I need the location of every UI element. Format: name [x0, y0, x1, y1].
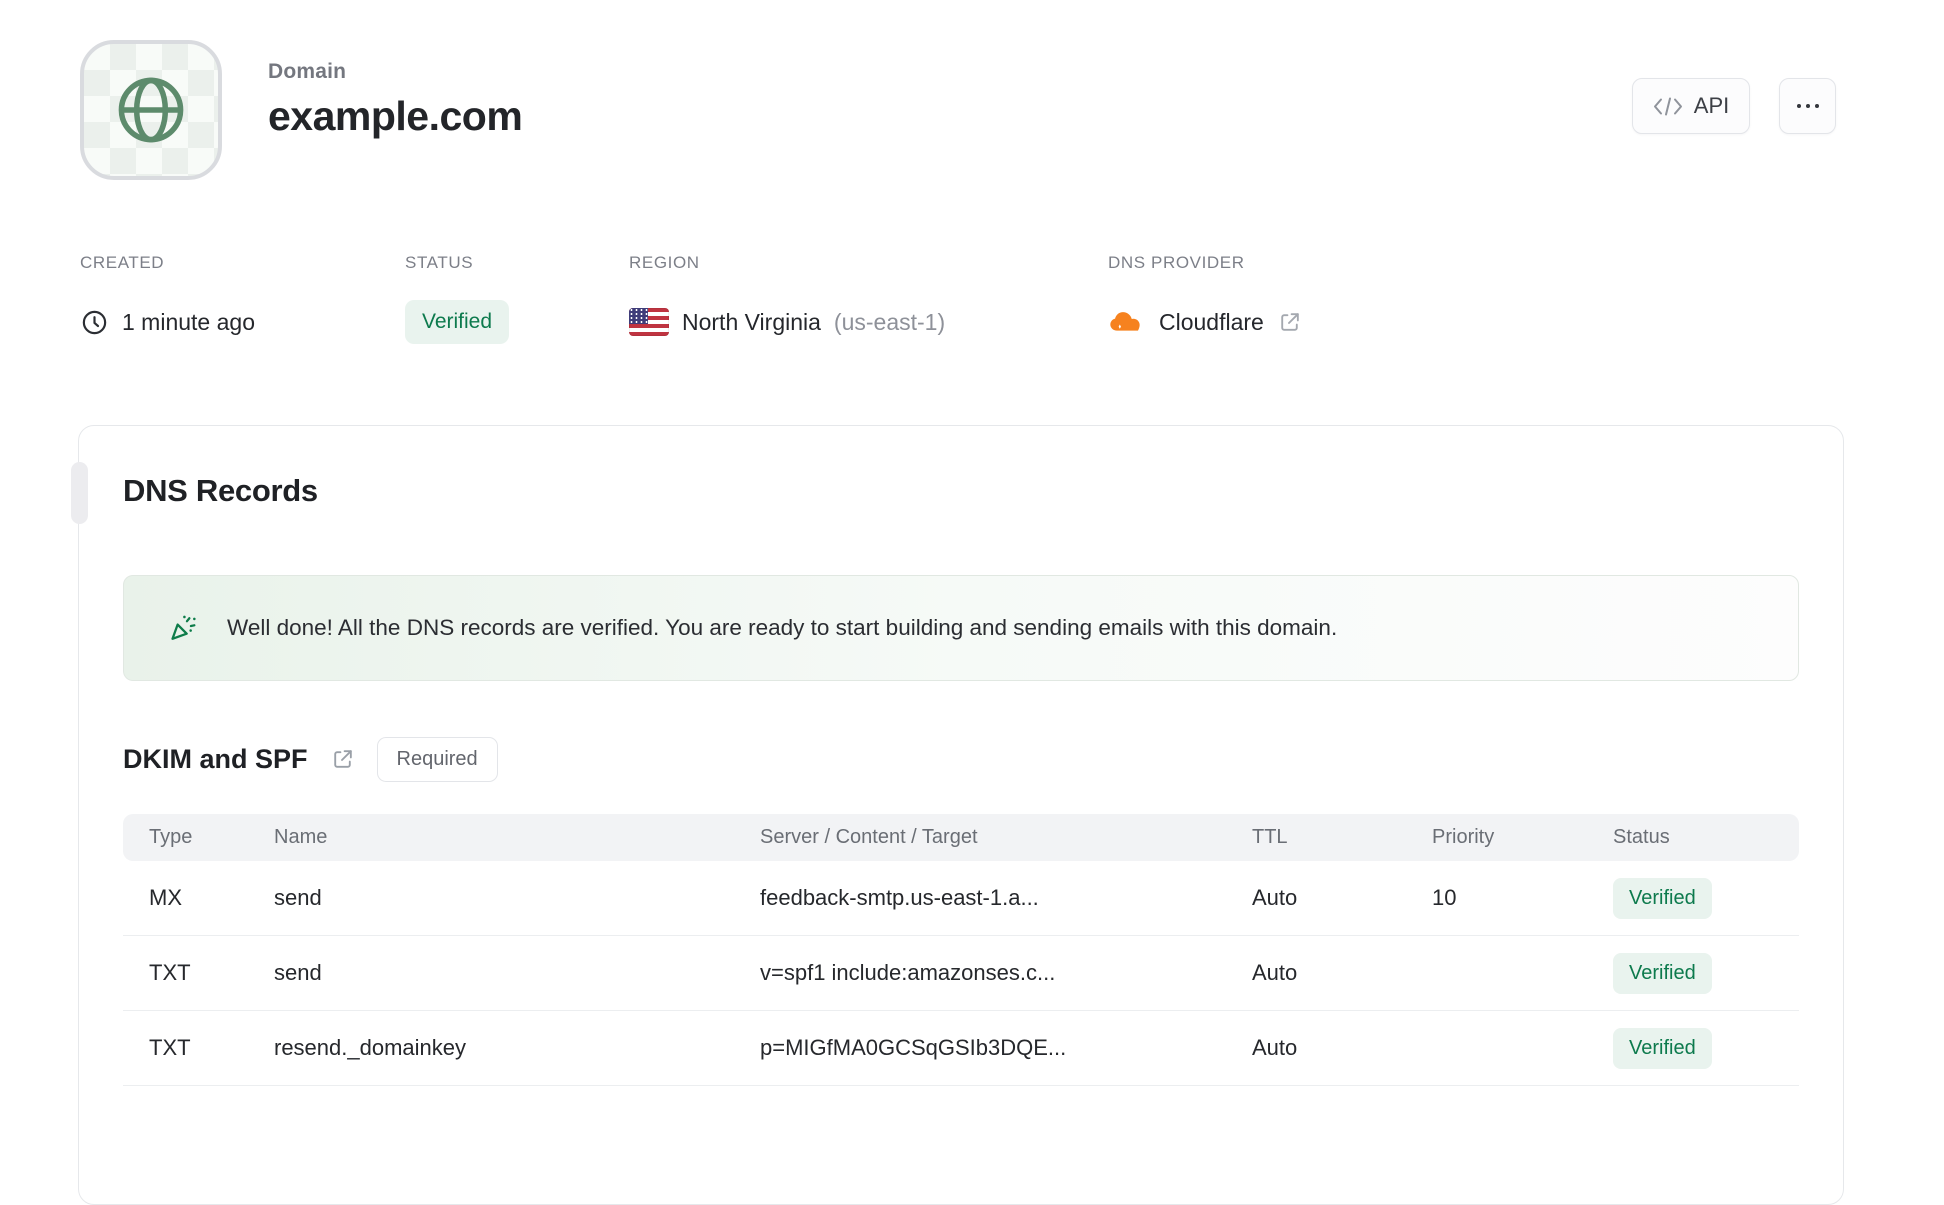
- cell-name: send: [274, 960, 322, 985]
- globe-icon: [118, 77, 184, 143]
- code-icon: [1653, 97, 1682, 115]
- region-code: (us-east-1): [833, 308, 946, 335]
- cell-content: p=MIGfMA0GCSqGSIb3DQE...: [760, 1035, 1067, 1060]
- cell-priority: 10: [1432, 885, 1457, 910]
- status-badge: Verified: [405, 300, 510, 344]
- status-badge: Verified: [1613, 877, 1712, 919]
- cell-type: MX: [149, 885, 182, 910]
- col-priority: Priority: [1432, 826, 1495, 848]
- status-badge: Verified: [1613, 952, 1712, 994]
- api-button[interactable]: API: [1632, 78, 1750, 134]
- cell-ttl: Auto: [1252, 960, 1298, 985]
- status-badge: Verified: [1613, 1027, 1712, 1069]
- external-link-icon: [1281, 312, 1299, 331]
- ellipsis-icon: [1796, 104, 1819, 108]
- confetti-icon: [171, 615, 196, 640]
- us-flag-icon: [629, 308, 669, 336]
- page-heading: Domain example.com: [268, 60, 523, 140]
- meta-dns-provider: DNS PROVIDER Cloudflare: [1108, 253, 1302, 347]
- domain-avatar: [80, 40, 222, 180]
- dns-provider-link[interactable]: Cloudflare: [1108, 297, 1302, 347]
- meta-created: CREATED 1 minute ago: [80, 253, 255, 347]
- created-label: CREATED: [80, 253, 165, 272]
- success-banner: Well done! All the DNS records are verif…: [123, 575, 1799, 681]
- cell-type: TXT: [149, 1035, 191, 1060]
- col-status: Status: [1613, 826, 1670, 848]
- banner-message: Well done! All the DNS records are verif…: [227, 615, 1338, 640]
- page-title: example.com: [268, 93, 523, 139]
- dns-records-card: DNS Records Well done! All the DNS recor…: [78, 425, 1844, 1205]
- dkim-section-title: DKIM and SPF: [123, 744, 308, 774]
- cell-ttl: Auto: [1252, 885, 1298, 910]
- cell-content: feedback-smtp.us-east-1.a...: [760, 885, 1039, 910]
- col-name: Name: [274, 826, 328, 848]
- dkim-section-header: DKIM and SPF Required: [123, 737, 1799, 782]
- cell-ttl: Auto: [1252, 1035, 1298, 1060]
- dns-table: Type Name Server / Content / Target TTL …: [123, 814, 1799, 1086]
- table-row: MX send feedback-smtp.us-east-1.a... Aut…: [123, 861, 1799, 936]
- table-row: TXT resend._domainkey p=MIGfMA0GCSqGSIb3…: [123, 1011, 1799, 1086]
- col-ttl: TTL: [1252, 826, 1288, 848]
- col-type: Type: [149, 826, 193, 848]
- api-button-label: API: [1693, 93, 1730, 118]
- meta-region: REGION North Virginia (us-east-1): [629, 253, 945, 347]
- required-badge: Required: [376, 737, 498, 782]
- card-title: DNS Records: [123, 473, 318, 508]
- cell-content: v=spf1 include:amazonses.c...: [760, 960, 1056, 985]
- menu-button[interactable]: [1779, 78, 1836, 134]
- status-label: STATUS: [405, 253, 474, 272]
- table-row: TXT send v=spf1 include:amazonses.c... A…: [123, 936, 1799, 1011]
- cell-name: resend._domainkey: [274, 1035, 467, 1060]
- dns-provider-label: DNS PROVIDER: [1108, 253, 1245, 272]
- region-value: North Virginia: [682, 308, 821, 335]
- clock-icon: [82, 310, 107, 334]
- cell-name: send: [274, 885, 322, 910]
- cloudflare-icon: [1110, 312, 1140, 331]
- domain-eyebrow: Domain: [268, 60, 347, 83]
- meta-status: STATUS Verified: [405, 253, 510, 347]
- table-header: Type Name Server / Content / Target TTL …: [123, 814, 1799, 861]
- cell-type: TXT: [149, 960, 191, 985]
- dns-provider-value: Cloudflare: [1159, 308, 1264, 335]
- region-label: REGION: [629, 253, 700, 272]
- col-content: Server / Content / Target: [760, 826, 978, 848]
- external-link-icon[interactable]: [330, 747, 355, 772]
- section-pill: [71, 462, 88, 524]
- created-value: 1 minute ago: [122, 308, 255, 335]
